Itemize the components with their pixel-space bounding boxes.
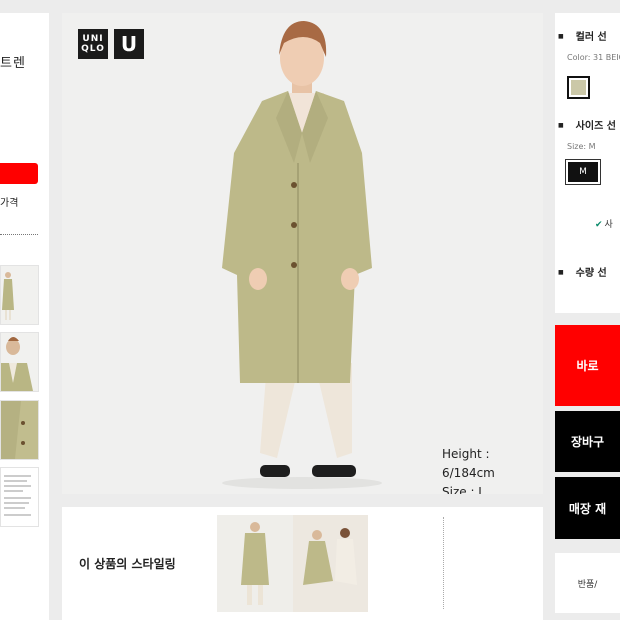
color-swatch-beige[interactable] — [567, 76, 590, 99]
quantity-select-title: 수량 선 — [558, 264, 607, 279]
size-select-title: 사이즈 선 — [558, 117, 616, 132]
options-panel: 컬러 선 Color: 31 BEIG 사이즈 선 Size: M M ✔사 수… — [555, 13, 620, 313]
size-label: Size: M — [567, 142, 596, 151]
buy-now-button[interactable]: 바로 — [555, 325, 620, 406]
color-label: Color: 31 BEIG — [567, 53, 620, 62]
price-label: 가격 — [0, 198, 19, 209]
store-stock-button[interactable]: 매장 재 — [555, 477, 620, 539]
model-size-note: Height : 6/184cm Size : L — [442, 445, 543, 494]
size-option-m[interactable]: M — [565, 159, 601, 185]
size-guide-link[interactable]: ✔ 사 — [595, 217, 613, 230]
returns-info-link[interactable]: 반품/ — [555, 553, 620, 613]
product-info-panel: 트렌 가격 — [0, 13, 49, 620]
add-to-cart-button[interactable]: 장바구 — [555, 411, 620, 472]
product-main-image[interactable]: UNI QLO U Height : 6/184cm Size: L — [62, 13, 543, 494]
thumbnail-upper-body[interactable] — [0, 332, 39, 392]
styling-image[interactable] — [217, 515, 368, 612]
divider — [443, 517, 444, 609]
model-height: Height : 6/184cm — [442, 447, 495, 480]
styling-section: 이 상품의 스타일링 — [62, 507, 543, 620]
promo-badge — [0, 163, 38, 184]
thumbnail-full-body[interactable] — [0, 265, 39, 325]
product-title: 트렌 — [0, 56, 26, 71]
color-select-title: 컬러 선 — [558, 28, 607, 43]
thumbnail-care-label[interactable] — [0, 467, 39, 527]
divider — [0, 234, 38, 235]
check-icon: ✔ — [595, 220, 603, 230]
styling-title: 이 상품의 스타일링 — [79, 557, 176, 571]
model-size: Size : L — [442, 485, 485, 494]
model-photo — [222, 21, 382, 489]
thumbnail-fabric-detail[interactable] — [0, 400, 39, 460]
